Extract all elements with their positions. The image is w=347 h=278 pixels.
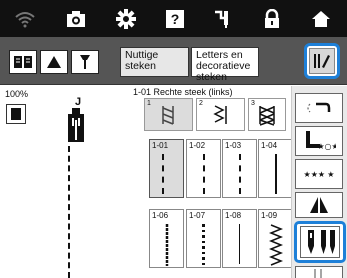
svg-text:?: ?	[171, 11, 180, 27]
mode-button[interactable]	[40, 50, 68, 74]
stitch-number: 1-04	[261, 141, 278, 150]
stitch-number: 1-01	[152, 141, 169, 150]
tab-useful-stitches[interactable]: Nuttige steken	[120, 47, 189, 77]
stitch-name: 1-01 Rechte steek (links)	[133, 87, 233, 97]
stitch-type-1[interactable]: 1	[144, 98, 193, 131]
stitch-length-button[interactable]	[295, 266, 343, 278]
stitch-number: 1-02	[189, 141, 206, 150]
pattern-repeat-button[interactable]: ★★★ ★	[295, 159, 343, 189]
pattern-stars-label: ★★★ ★	[303, 169, 335, 179]
pin-icon	[80, 55, 90, 69]
stitch-1-03[interactable]: 1-03	[222, 139, 257, 198]
edit-pencil-icon	[314, 54, 330, 68]
stitch-number: 1-06	[152, 211, 169, 220]
zoom-square-icon	[11, 108, 21, 120]
reverse-stitch-button[interactable]: ★○★	[295, 126, 343, 156]
mirror-button[interactable]	[295, 192, 343, 218]
settings-icon[interactable]	[113, 6, 139, 32]
stitch-number: 1-03	[225, 141, 242, 150]
stretch-stitch-icon	[275, 154, 279, 194]
stitch-1-07[interactable]: 1-07	[186, 209, 221, 268]
stitch-1-09[interactable]: 1-09	[258, 209, 293, 268]
edit-stitch-inner	[309, 48, 335, 74]
zoom-button[interactable]	[6, 104, 26, 124]
home-icon[interactable]	[308, 6, 334, 32]
book-icon	[14, 56, 32, 68]
stitch-1-08[interactable]: 1-08	[222, 209, 257, 268]
single-needle-icon	[307, 230, 314, 254]
reverse-stitch-icon: ★○★	[306, 131, 336, 151]
twin-needle-icon	[320, 230, 335, 254]
cross-stitch-type-icon	[249, 99, 285, 130]
decorative-straight-stitch-icon	[202, 224, 205, 265]
straight-stitch-type-icon	[145, 99, 192, 130]
stitch-1-02[interactable]: 1-02	[186, 139, 221, 198]
thread-cut-icon	[307, 102, 331, 113]
stitch-preview-panel: 100% J	[0, 86, 130, 278]
twin-needle-button[interactable]	[294, 221, 346, 263]
lock-icon[interactable]	[259, 6, 285, 32]
triple-stretch-stitch-icon	[239, 154, 243, 194]
category-bar: Nuttige steken Letters en decoratieve st…	[0, 37, 347, 85]
camera-icon[interactable]	[63, 6, 89, 32]
needle-position-icon	[314, 268, 322, 278]
stitch-book-button[interactable]	[9, 50, 37, 74]
overlock-stitch-type-icon	[197, 99, 244, 130]
stitch-1-06[interactable]: 1-06	[149, 209, 184, 268]
zigzag-stitch-icon	[268, 224, 284, 266]
stitch-type-3[interactable]: 3	[248, 98, 286, 131]
thread-cutter-button[interactable]	[295, 93, 343, 123]
top-bar: ?	[0, 0, 347, 37]
stitch-1-04[interactable]: 1-04	[258, 139, 293, 198]
stitch-number: 1-08	[225, 211, 242, 220]
mirror-icon	[310, 197, 328, 213]
triangle-icon	[47, 56, 61, 68]
stitch-number: 1-07	[189, 211, 206, 220]
help-icon[interactable]: ?	[162, 6, 188, 32]
tab-useful-stitches-label: Nuttige steken	[125, 49, 159, 72]
needle-threading-icon[interactable]	[210, 6, 236, 32]
stitch-type-2[interactable]: 2	[196, 98, 245, 131]
edit-stitch-button[interactable]	[304, 43, 340, 79]
tab-letters-decorative[interactable]: Letters en decoratieve steken	[191, 47, 259, 83]
straight-middle-stitch-icon	[203, 154, 207, 194]
zoom-level: 100%	[5, 89, 29, 99]
presser-foot-code: J	[75, 96, 82, 108]
stitch-preview-line	[68, 146, 70, 278]
stitch-number: 1-09	[261, 211, 278, 220]
straight-left-stitch-icon	[162, 154, 166, 194]
tab-letters-decorative-label: Letters en decoratieve steken	[196, 49, 251, 83]
wifi-icon[interactable]	[12, 6, 38, 32]
single-stitch-button[interactable]	[71, 50, 99, 74]
presser-foot-icon	[66, 108, 86, 149]
reinforced-straight-stitch-icon	[165, 224, 169, 266]
stitch-1-01[interactable]: 1-01	[149, 139, 184, 198]
basting-stitch-icon	[239, 224, 243, 264]
svg-text:★○★: ★○★	[317, 142, 336, 151]
twin-needle-inner	[300, 226, 340, 258]
